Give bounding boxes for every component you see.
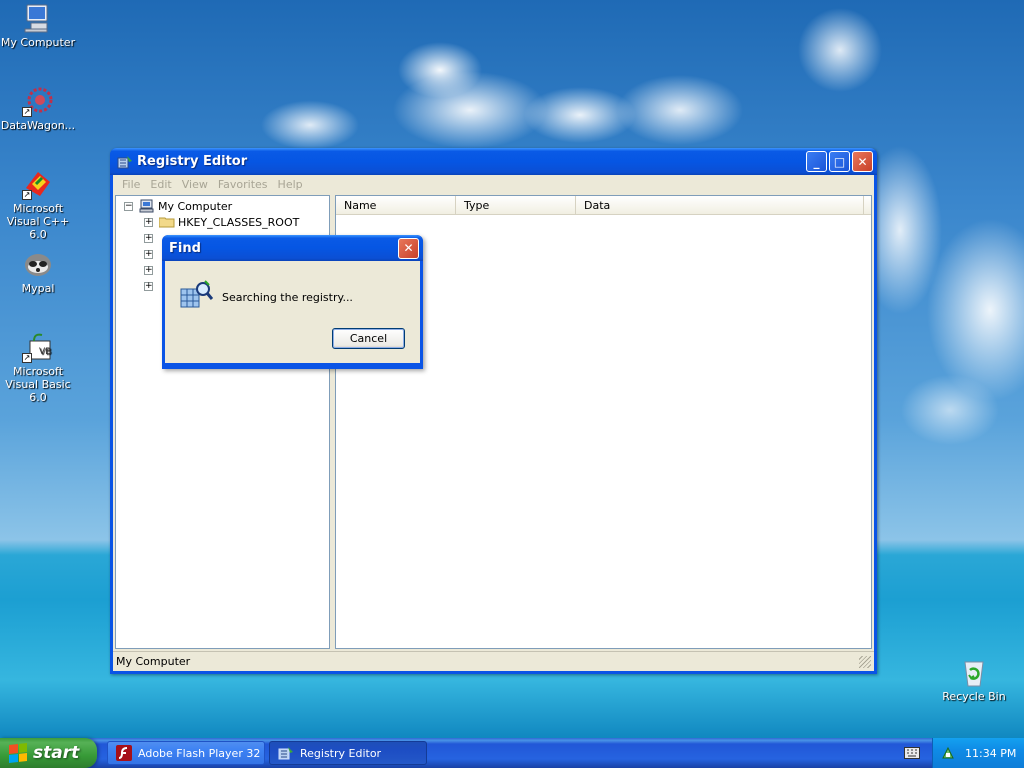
menu-favorites[interactable]: Favorites <box>213 178 273 191</box>
start-label: start <box>33 743 80 763</box>
mypal-icon <box>22 248 54 280</box>
registry-editor-window[interactable]: Registry Editor _ □ ✕ File Edit View Fav… <box>110 148 877 674</box>
desktop-icon-label: Microsoft Visual C++ 6.0 <box>6 202 70 241</box>
tree-item-label: My Computer <box>158 199 233 213</box>
status-text: My Computer <box>116 655 191 668</box>
datawagon-icon: ↗ <box>22 85 54 117</box>
tree-item-collapsed[interactable]: + <box>144 230 159 246</box>
column-type[interactable]: Type <box>456 196 576 214</box>
minimize-button[interactable]: _ <box>806 151 827 172</box>
desktop-icon-label: Microsoft Visual Basic 6.0 <box>5 365 71 404</box>
shortcut-arrow-icon: ↗ <box>22 190 32 200</box>
cancel-button[interactable]: Cancel <box>332 328 405 349</box>
regedit-icon <box>278 747 293 760</box>
folder-icon <box>159 217 175 228</box>
menu-edit[interactable]: Edit <box>145 178 176 191</box>
desktop-icon-visual-cpp[interactable]: ↗ Microsoft Visual C++ 6.0 <box>0 168 78 241</box>
task-label: Adobe Flash Player 32 <box>138 746 261 760</box>
desktop-icon-label: My Computer <box>0 36 76 49</box>
column-headers: Name Type Data <box>336 196 871 215</box>
regedit-icon <box>117 155 132 168</box>
system-tray: 11:34 PM <box>932 738 1024 768</box>
registry-editor-titlebar[interactable]: Registry Editor _ □ ✕ <box>110 148 877 175</box>
tree-item-collapsed[interactable]: + <box>144 246 159 262</box>
desktop-icon-datawagon[interactable]: ↗ DataWagon... <box>0 85 78 132</box>
status-bar: My Computer <box>113 651 874 671</box>
find-dialog-titlebar[interactable]: Find ✕ <box>162 235 423 261</box>
tree-item-label: HKEY_CLASSES_ROOT <box>178 215 300 229</box>
menu-help[interactable]: Help <box>273 178 308 191</box>
desktop-icon-visual-basic[interactable]: VB ↗ Microsoft Visual Basic 6.0 <box>0 331 78 404</box>
dialog-close-button[interactable]: ✕ <box>398 237 419 259</box>
maximize-button[interactable]: □ <box>829 151 850 172</box>
window-title: Registry Editor <box>137 154 248 169</box>
collapse-icon[interactable]: − <box>124 201 133 211</box>
desktop-icon-mypal[interactable]: Mypal <box>0 248 78 295</box>
desktop-icon-label: Mypal <box>21 282 55 295</box>
flash-player-icon <box>116 745 132 761</box>
dialog-message: Searching the registry... <box>222 291 353 304</box>
keyboard-icon[interactable] <box>904 747 920 759</box>
close-button[interactable]: ✕ <box>852 151 873 172</box>
desktop-icon-my-computer[interactable]: My Computer <box>0 2 78 49</box>
expand-icon[interactable]: + <box>144 281 153 291</box>
expand-icon[interactable]: + <box>144 233 153 243</box>
expand-icon[interactable]: + <box>144 217 153 227</box>
shortcut-arrow-icon: ↗ <box>22 353 32 363</box>
expand-icon[interactable]: + <box>144 265 153 275</box>
tree-item-hkey-classes-root[interactable]: + HKEY_CLASSES_ROOT <box>144 214 299 230</box>
find-dialog-client: Searching the registry... Cancel <box>165 261 420 363</box>
column-data[interactable]: Data <box>576 196 864 214</box>
resize-grip[interactable] <box>859 656 871 668</box>
menu-bar: File Edit View Favorites Help <box>113 175 874 193</box>
visual-cpp-icon: ↗ <box>22 168 54 200</box>
desktop-icon-label: DataWagon... <box>0 119 76 132</box>
computer-icon <box>22 2 54 34</box>
taskbar-item-registry-editor[interactable]: Registry Editor <box>269 741 427 765</box>
recycle-bin-icon <box>958 656 990 688</box>
menu-file[interactable]: File <box>117 178 145 191</box>
tree-item-my-computer[interactable]: − My Computer <box>124 198 232 214</box>
windows-logo-icon <box>9 743 27 763</box>
safely-remove-hardware-icon[interactable] <box>941 746 955 760</box>
desktop-icon-recycle-bin[interactable]: Recycle Bin <box>934 656 1014 703</box>
visual-basic-icon: VB ↗ <box>22 331 54 363</box>
expand-icon[interactable]: + <box>144 249 153 259</box>
clock[interactable]: 11:34 PM <box>965 747 1016 760</box>
menu-view[interactable]: View <box>177 178 213 191</box>
taskbar-item-flash-player[interactable]: Adobe Flash Player 32 <box>107 741 265 765</box>
desktop-icon-label: Recycle Bin <box>942 690 1006 703</box>
taskbar: start Adobe Flash Player 32 Registry Edi… <box>0 738 1024 768</box>
column-name[interactable]: Name <box>336 196 456 214</box>
dialog-title: Find <box>169 240 201 256</box>
search-registry-icon <box>180 280 213 308</box>
svg-text:VB: VB <box>39 347 51 357</box>
shortcut-arrow-icon: ↗ <box>22 107 32 117</box>
find-dialog[interactable]: Find ✕ Searching the registry... Cancel <box>162 235 423 369</box>
tree-item-collapsed[interactable]: + <box>144 262 159 278</box>
start-button[interactable]: start <box>0 738 97 768</box>
tree-item-collapsed[interactable]: + <box>144 278 159 294</box>
computer-icon <box>139 199 154 213</box>
task-label: Registry Editor <box>300 746 382 760</box>
